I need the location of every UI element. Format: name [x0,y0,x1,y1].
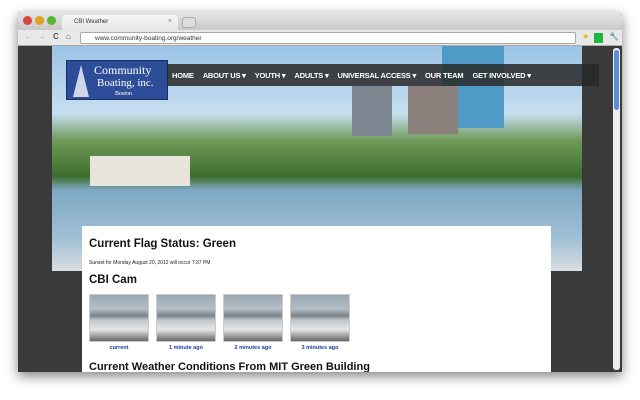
browser-window: CBI Weather × ← → C ⌂ www.community-boati… [18,12,622,372]
nav-get-involved[interactable]: GET INVOLVED ▾ [472,71,531,80]
cam-gallery: current 1 minute ago 2 minutes ago 3 min… [89,294,544,351]
sunset-text: Sunset for Monday August 20, 2012 will o… [89,260,211,266]
cam-image[interactable] [290,294,350,342]
cam-image[interactable] [89,294,149,342]
minimize-window-button[interactable] [35,16,44,25]
cam-link[interactable]: 1 minute ago [156,345,216,351]
cam-item: 2 minutes ago [223,294,283,351]
address-bar[interactable]: www.community-boating.org/weather [80,32,576,44]
cam-heading: CBI Cam [89,274,137,286]
cam-item: current [89,294,149,351]
scrollbar[interactable] [613,48,620,370]
close-tab-icon[interactable]: × [168,18,172,25]
back-icon[interactable]: ← [24,32,32,41]
main-content: Current Flag Status: Green Sunset for Mo… [82,226,551,372]
reload-icon[interactable]: C [53,32,59,41]
cam-link[interactable]: current [89,345,149,351]
new-tab-button[interactable] [182,17,196,28]
bookmark-star-icon[interactable]: ★ [582,32,589,41]
tab-cbi-weather[interactable]: CBI Weather × [62,15,178,30]
wrench-icon[interactable]: 🔧 [609,32,619,41]
nav-about-us[interactable]: ABOUT US ▾ [203,71,246,80]
flag-status-heading: Current Flag Status: Green [89,238,236,250]
cam-item: 3 minutes ago [290,294,350,351]
page-viewport: Community Boating, inc. Boston HOME ABOU… [18,46,622,372]
weather-heading: Current Weather Conditions From MIT Gree… [89,361,370,372]
close-window-button[interactable] [23,16,32,25]
browser-toolbar: ← → C ⌂ www.community-boating.org/weathe… [18,30,622,46]
site-logo[interactable]: Community Boating, inc. Boston [66,60,168,100]
cam-image[interactable] [156,294,216,342]
cam-item: 1 minute ago [156,294,216,351]
main-nav: HOME ABOUT US ▾ YOUTH ▾ ADULTS ▾ UNIVERS… [167,64,599,86]
cam-image[interactable] [223,294,283,342]
nav-home[interactable]: HOME [172,71,194,80]
zoom-window-button[interactable] [47,16,56,25]
nav-universal-access[interactable]: UNIVERSAL ACCESS ▾ [338,71,417,80]
nav-our-team[interactable]: OUR TEAM [425,71,464,80]
home-icon[interactable]: ⌂ [66,32,71,41]
nav-youth[interactable]: YOUTH ▾ [255,71,286,80]
scrollbar-thumb[interactable] [614,50,619,110]
title-bar: CBI Weather × [18,12,622,30]
extension-icon[interactable] [594,33,603,43]
cam-link[interactable]: 2 minutes ago [223,345,283,351]
cam-link[interactable]: 3 minutes ago [290,345,350,351]
forward-icon[interactable]: → [38,32,46,41]
nav-adults[interactable]: ADULTS ▾ [294,71,328,80]
